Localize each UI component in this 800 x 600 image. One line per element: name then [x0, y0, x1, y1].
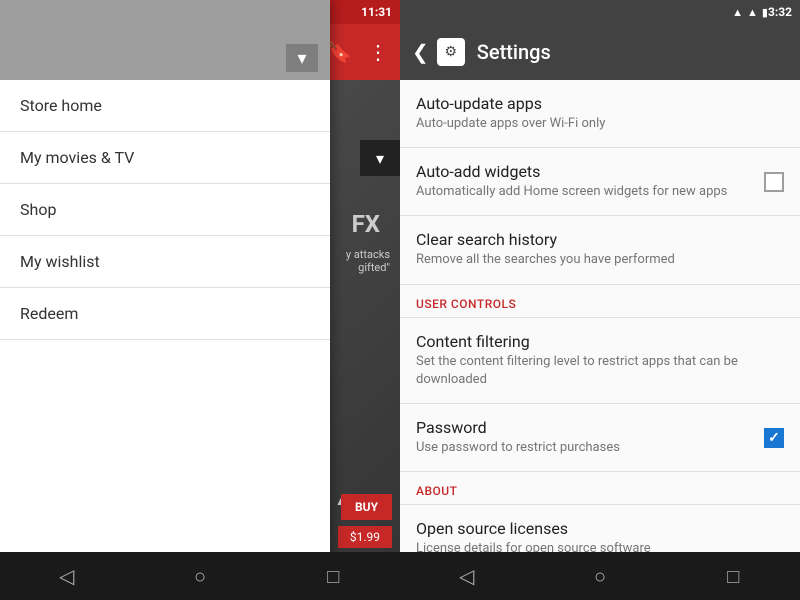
- user-controls-title: USER CONTROLS: [416, 297, 784, 311]
- setting-auto-add-widgets-title: Auto-add widgets: [416, 162, 752, 181]
- setting-password-title: Password: [416, 418, 752, 437]
- setting-auto-update-content: Auto-update apps Auto-update apps over W…: [416, 94, 784, 133]
- setting-clear-search[interactable]: Clear search history Remove all the sear…: [400, 216, 800, 284]
- about-title: ABOUT: [416, 484, 784, 498]
- right-statusbar: ▲ ▲ ▮ 3:32: [400, 0, 800, 24]
- drawer-item-store-home-label: Store home: [20, 96, 102, 115]
- drawer-header: ▾: [0, 0, 330, 80]
- about-header: ABOUT: [400, 472, 800, 505]
- drawer-item-shop[interactable]: Shop: [0, 184, 330, 236]
- setting-auto-update-title: Auto-update apps: [416, 94, 772, 113]
- setting-open-source-title: Open source licenses: [416, 519, 772, 538]
- setting-auto-update-subtitle: Auto-update apps over Wi-Fi only: [416, 115, 772, 133]
- left-panel: ▲ ▲ ▮ 11:31 ❮ ▶ Movies & TV 🔍 🔖 ⋮ ▾ FX y…: [0, 0, 400, 600]
- right-toolbar-title: Settings: [477, 40, 551, 64]
- left-more-icon[interactable]: ⋮: [368, 40, 388, 64]
- bg-text: y attacks gifted": [346, 248, 390, 274]
- right-time: 3:32: [768, 5, 792, 19]
- setting-clear-search-title: Clear search history: [416, 230, 772, 249]
- left-nav-home[interactable]: ○: [170, 552, 230, 600]
- setting-open-source-subtitle: License details for open source software: [416, 540, 772, 552]
- right-panel: ▲ ▲ ▮ 3:32 ❮ ⚙ Settings Auto-update apps…: [400, 0, 800, 600]
- expand-button[interactable]: ▾: [360, 140, 400, 176]
- attacks-line1: y attacks: [346, 248, 390, 261]
- setting-password-content: Password Use password to restrict purcha…: [416, 418, 764, 457]
- drawer-collapse-icon[interactable]: ▾: [286, 44, 318, 72]
- right-nav-back[interactable]: ◁: [437, 552, 497, 600]
- setting-content-filtering[interactable]: Content filtering Set the content filter…: [400, 318, 800, 404]
- setting-auto-add-widgets[interactable]: Auto-add widgets Automatically add Home …: [400, 148, 800, 216]
- buy-button[interactable]: BUY: [341, 494, 392, 520]
- setting-clear-search-subtitle: Remove all the searches you have perform…: [416, 251, 772, 269]
- auto-add-widgets-checkbox[interactable]: [764, 172, 784, 192]
- setting-auto-update[interactable]: Auto-update apps Auto-update apps over W…: [400, 80, 800, 148]
- right-back-icon[interactable]: ❮: [412, 40, 429, 64]
- left-nav-back[interactable]: ◁: [37, 552, 97, 600]
- drawer-item-my-movies[interactable]: My movies & TV: [0, 132, 330, 184]
- right-nav-recents[interactable]: □: [703, 552, 763, 600]
- drawer-item-redeem-label: Redeem: [20, 304, 78, 323]
- setting-content-filtering-subtitle: Set the content filtering level to restr…: [416, 353, 772, 389]
- left-navbar: ◁ ○ □: [0, 552, 400, 600]
- setting-open-source[interactable]: Open source licenses License details for…: [400, 505, 800, 552]
- setting-content-filtering-content: Content filtering Set the content filter…: [416, 332, 784, 389]
- right-wifi-icon: ▲: [732, 6, 743, 19]
- drawer-item-shop-label: Shop: [20, 200, 56, 219]
- setting-auto-add-widgets-subtitle: Automatically add Home screen widgets fo…: [416, 183, 752, 201]
- user-controls-header: USER CONTROLS: [400, 285, 800, 318]
- settings-list: Auto-update apps Auto-update apps over W…: [400, 80, 800, 552]
- fx-logo: FX: [352, 210, 380, 238]
- right-app-icon: ⚙: [437, 38, 465, 66]
- right-navbar: ◁ ○ □: [400, 552, 800, 600]
- setting-open-source-content: Open source licenses License details for…: [416, 519, 784, 552]
- drawer-item-my-movies-label: My movies & TV: [20, 148, 134, 167]
- right-toolbar: ❮ ⚙ Settings: [400, 24, 800, 80]
- drawer-item-wishlist-label: My wishlist: [20, 252, 100, 271]
- left-time: 11:31: [361, 5, 392, 19]
- password-checkbox[interactable]: [764, 428, 784, 448]
- drawer-item-wishlist[interactable]: My wishlist: [0, 236, 330, 288]
- drawer-item-store-home[interactable]: Store home: [0, 80, 330, 132]
- setting-content-filtering-title: Content filtering: [416, 332, 772, 351]
- setting-password-subtitle: Use password to restrict purchases: [416, 439, 752, 457]
- setting-clear-search-content: Clear search history Remove all the sear…: [416, 230, 784, 269]
- drawer-item-redeem[interactable]: Redeem: [0, 288, 330, 340]
- right-status-icons: ▲ ▲ ▮: [732, 6, 768, 19]
- attacks-line2: gifted": [346, 261, 390, 274]
- right-signal-icon: ▲: [747, 6, 758, 19]
- nav-drawer: ▾ Store home My movies & TV Shop My wish…: [0, 0, 330, 600]
- right-nav-home[interactable]: ○: [570, 552, 630, 600]
- price-1[interactable]: $1.99: [338, 526, 392, 548]
- setting-auto-add-widgets-content: Auto-add widgets Automatically add Home …: [416, 162, 764, 201]
- left-nav-recents[interactable]: □: [303, 552, 363, 600]
- setting-password[interactable]: Password Use password to restrict purcha…: [400, 404, 800, 472]
- left-bookmark-icon[interactable]: 🔖: [327, 40, 352, 64]
